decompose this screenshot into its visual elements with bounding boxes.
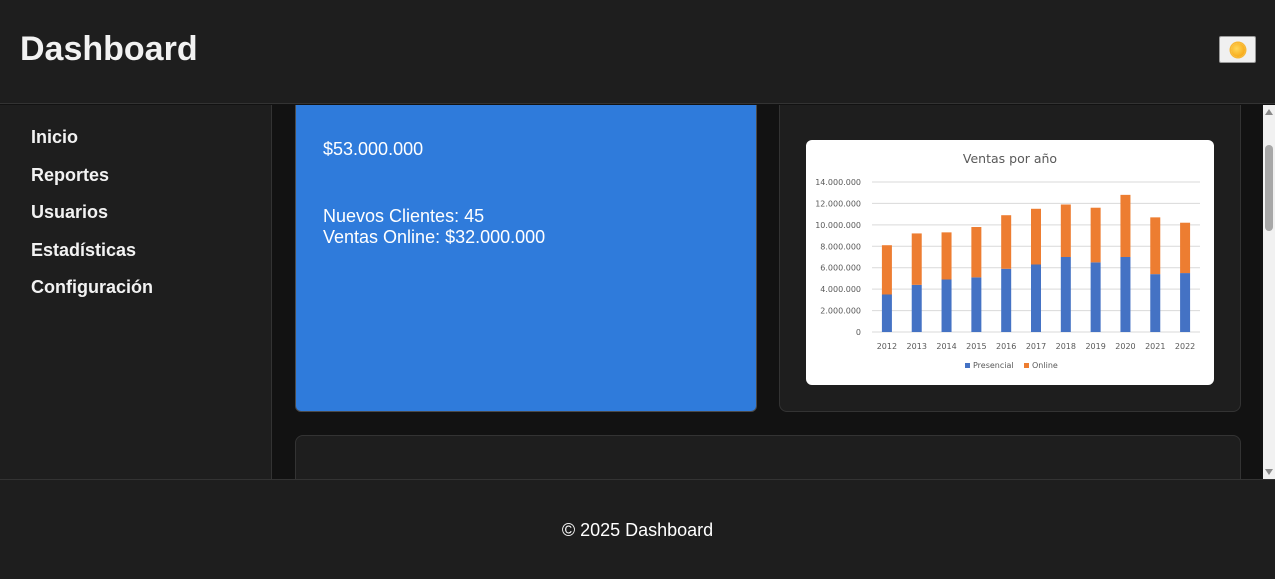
bar-online-2013: [911, 233, 922, 285]
x-tick-label: 2012: [877, 342, 897, 351]
main-scrollbar[interactable]: [1263, 105, 1275, 479]
x-tick-label: 2014: [936, 342, 956, 351]
sidebar-item-reportes[interactable]: Reportes: [31, 165, 109, 186]
chart-card: Ventas por año 0 2.000.000 4.000.000 6.000.…: [779, 105, 1241, 412]
sidebar-item-usuarios[interactable]: Usuarios: [31, 202, 108, 223]
sidebar-item-inicio[interactable]: Inicio: [31, 127, 78, 148]
bar-presencial-2013: [911, 284, 922, 332]
chart-container: Ventas por año 0 2.000.000 4.000.000 6.000.…: [806, 140, 1214, 385]
bar-presencial-2015: [971, 277, 982, 332]
legend-label: Presencial: [973, 361, 1014, 370]
x-tick-label: 2015: [966, 342, 986, 351]
x-tick-label: 2019: [1085, 342, 1105, 351]
sales-by-year-chart: Ventas por año 0 2.000.000 4.000.000 6.000.…: [815, 151, 1200, 370]
online-sales-text: Ventas Online: $32.000.000: [323, 227, 546, 247]
y-tick-label: 0: [856, 328, 861, 337]
bar-presencial-2020: [1120, 257, 1131, 332]
sidebar-item-estadisticas[interactable]: Estadísticas: [31, 240, 136, 261]
x-tick-label: 2018: [1056, 342, 1076, 351]
y-tick-label: 6.000.000: [820, 264, 861, 273]
app-header: Dashboard: [0, 0, 1275, 104]
bar-presencial-2019: [1090, 262, 1101, 332]
y-tick-label: 10.000.000: [815, 221, 861, 230]
bar-online-2015: [971, 227, 982, 278]
bar-presencial-2018: [1060, 257, 1071, 332]
bar-presencial-2021: [1150, 274, 1161, 332]
y-tick-label: 12.000.000: [815, 199, 861, 208]
bar-online-2021: [1150, 217, 1161, 275]
bar-presencial-2012: [881, 294, 892, 332]
bar-presencial-2017: [1031, 264, 1041, 332]
app-footer: © 2025 Dashboard: [0, 479, 1275, 579]
x-tick-label: 2021: [1145, 342, 1165, 351]
bar-presencial-2016: [1001, 268, 1012, 332]
new-clients-text: Nuevos Clientes: 45: [323, 206, 485, 226]
bar-online-2017: [1031, 208, 1041, 265]
legend-label: Online: [1032, 361, 1058, 370]
x-tick-label: 2016: [996, 342, 1016, 351]
sidebar-item-configuracion[interactable]: Configuración: [31, 277, 153, 298]
page-title: Dashboard: [20, 30, 198, 68]
bar-presencial-2022: [1180, 273, 1191, 332]
x-tick-label: 2013: [907, 342, 927, 351]
sun-icon: [1230, 42, 1245, 57]
bar-online-2012: [881, 245, 892, 295]
x-tick-label: 2017: [1026, 342, 1046, 351]
bar-online-2014: [941, 232, 952, 280]
x-tick-label: 2022: [1175, 342, 1195, 351]
x-tick-label: 2020: [1115, 342, 1135, 351]
sales-card: $53.000.000 Nuevos Clientes: 45 Ventas O…: [295, 105, 757, 412]
theme-toggle-button[interactable]: [1219, 36, 1256, 63]
main-content: $53.000.000 Nuevos Clientes: 45 Ventas O…: [273, 105, 1263, 479]
scrollbar-thumb[interactable]: [1265, 145, 1273, 231]
legend-swatch: [965, 363, 970, 368]
chart-title: Ventas por año: [963, 151, 1057, 166]
y-tick-label: 8.000.000: [820, 242, 861, 251]
sidebar: Inicio Reportes Usuarios Estadísticas Co…: [0, 105, 272, 479]
bar-presencial-2014: [941, 279, 952, 332]
y-tick-label: 2.000.000: [820, 307, 861, 316]
legend-swatch: [1024, 363, 1029, 368]
y-tick-label: 4.000.000: [820, 285, 861, 294]
y-tick-label: 14.000.000: [815, 178, 861, 187]
bar-online-2016: [1001, 215, 1012, 269]
footer-copyright: © 2025 Dashboard: [561, 520, 714, 540]
bar-online-2020: [1120, 194, 1131, 257]
bar-online-2019: [1090, 207, 1101, 263]
sales-amount: $53.000.000: [323, 139, 424, 159]
scroll-up-icon[interactable]: [1265, 109, 1273, 115]
bottom-card: [295, 435, 1241, 479]
bar-online-2018: [1060, 204, 1071, 257]
scroll-down-icon[interactable]: [1265, 469, 1273, 475]
bar-online-2022: [1180, 222, 1191, 274]
